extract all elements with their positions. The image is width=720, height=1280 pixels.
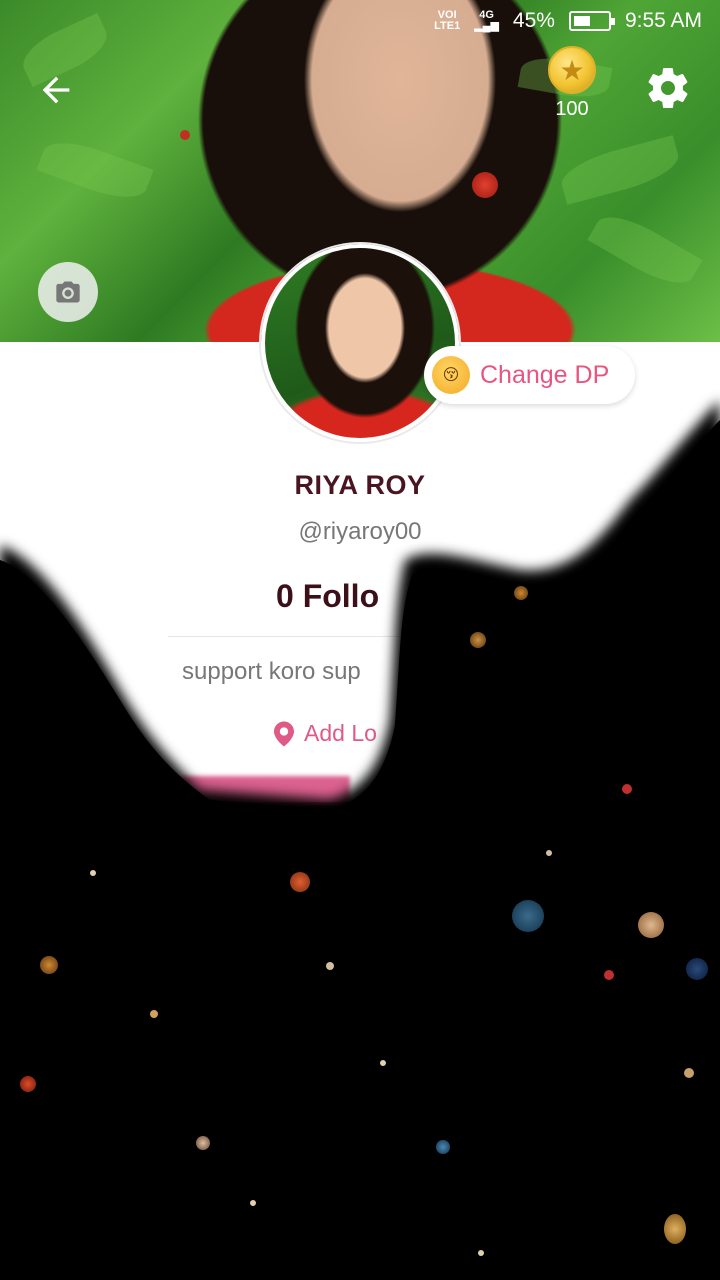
sparkle [684,1068,694,1078]
sparkle [546,850,552,856]
coin-icon: ★ [548,46,596,94]
add-location-label: Add Lo [304,720,377,746]
profile-handle: @riyaroy00 [298,518,422,545]
arrow-left-icon[interactable] [36,70,76,110]
camera-icon [56,281,80,303]
sparkle [478,1250,484,1256]
sparkle [40,956,58,974]
battery-icon [568,11,615,31]
sparkle [90,870,96,876]
sparkle [180,130,190,140]
sparkle [686,958,708,980]
change-dp-label: Change DP [480,360,610,389]
sparkle [436,1140,450,1154]
coin-balance[interactable]: ★ 100 [546,46,598,121]
followers-count[interactable]: 0 Follo [276,578,379,615]
sparkle [622,784,632,794]
change-cover-button[interactable] [38,262,98,322]
sparkle [250,1200,256,1206]
sparkle [196,1136,210,1150]
sparkle [514,586,528,600]
change-dp-button[interactable]: 😚 Change DP [424,346,636,404]
sparkle [604,970,614,980]
clock: 9:55 AM [624,9,702,32]
sparkle [512,900,544,932]
divider [168,636,552,637]
sparkle [150,1010,158,1018]
network-indicator: VOI LTE1 [434,9,461,32]
coin-count: 100 [555,98,589,120]
sparkle [20,1076,36,1092]
profile-name: RIYA ROY [294,470,426,500]
profile-bio: support koro sup [182,658,361,685]
sparkle [472,172,498,198]
add-location-button[interactable]: Add Lo [274,720,377,747]
status-bar: VOI LTE1 4G ▂▄▆ 45% 9:55 AM [0,0,720,42]
battery-percent: 45% [512,9,555,32]
sparkle [290,872,310,892]
gear-icon[interactable] [644,64,692,112]
kissing-face-icon: 😚 [432,356,470,394]
sparkle [470,632,486,648]
sparkle [638,912,664,938]
sparkle [664,1214,686,1244]
sparkle [326,962,334,970]
card-accent [180,776,350,806]
map-pin-icon [274,721,294,746]
signal-icon: 4G ▂▄▆ [474,9,499,32]
sparkle [380,1060,386,1066]
avatar[interactable] [261,244,459,442]
